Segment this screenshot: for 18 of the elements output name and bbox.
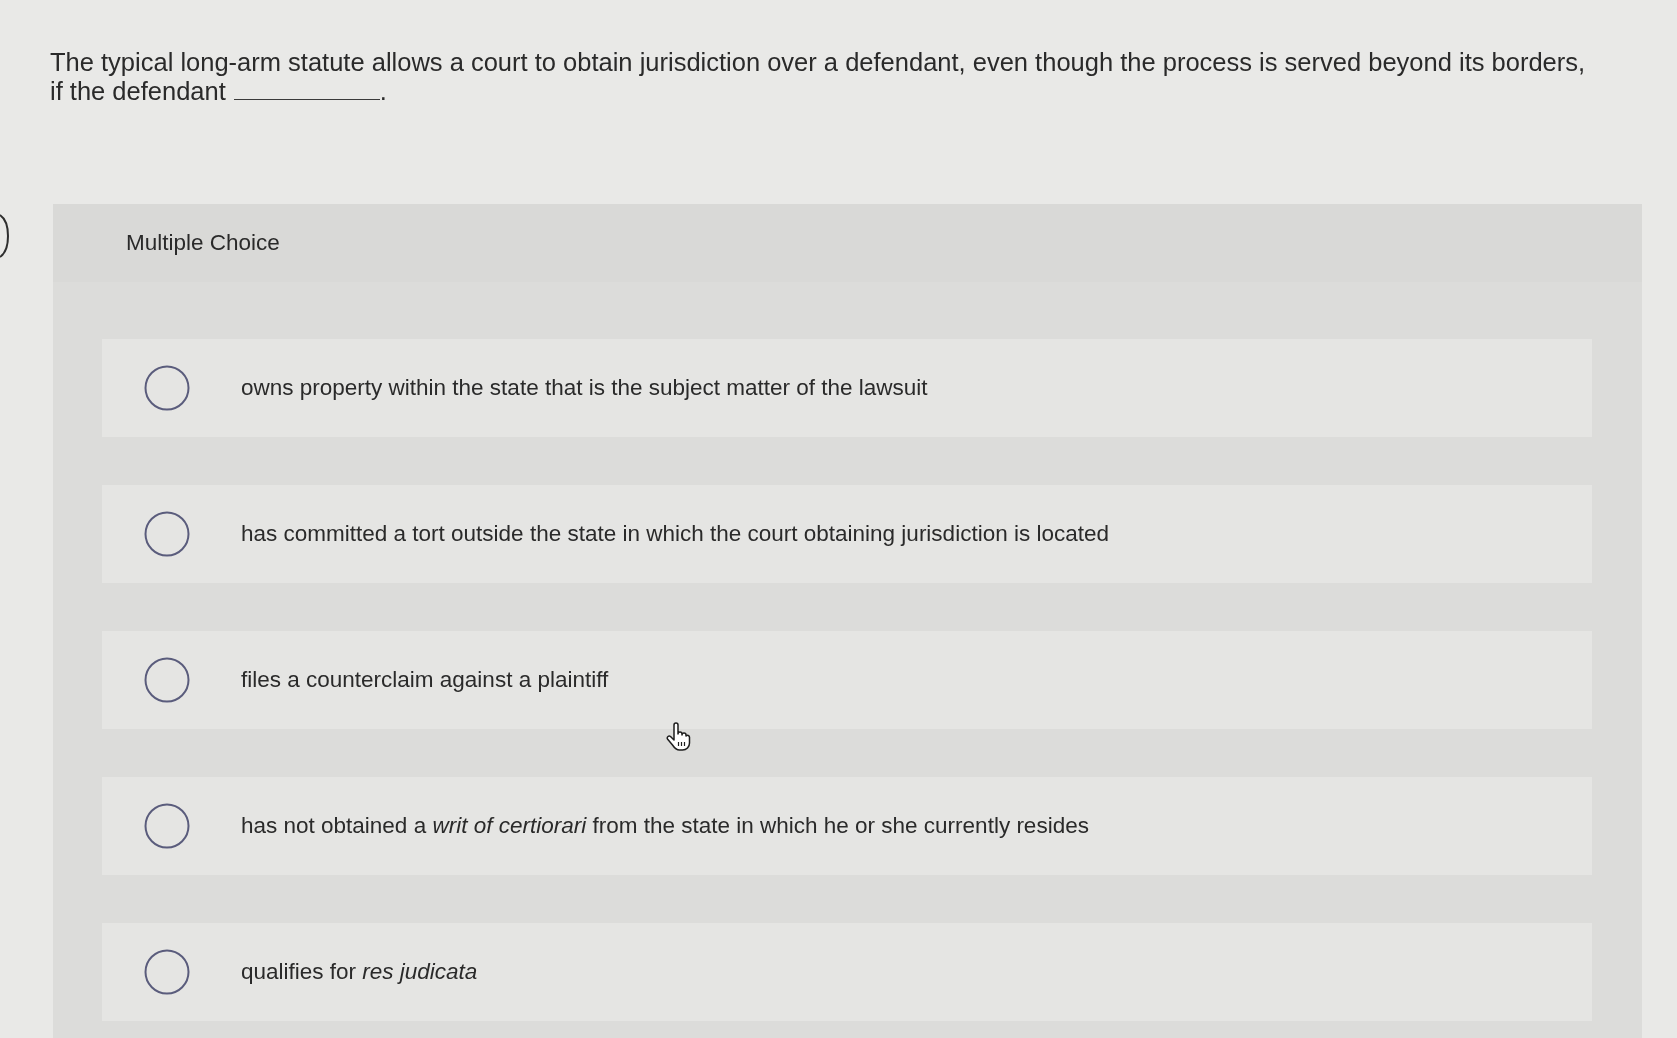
radio-button[interactable] — [144, 657, 190, 703]
radio-button[interactable] — [144, 949, 190, 995]
option-text: files a counterclaim against a plaintiff — [241, 667, 609, 693]
radio-button[interactable] — [144, 803, 190, 849]
answer-option[interactable]: files a counterclaim against a plaintiff — [102, 631, 1592, 729]
answer-option[interactable]: qualifies for res judicata — [102, 923, 1592, 1021]
option-text: has committed a tort outside the state in which the court obtaining jurisdiction is located — [241, 521, 1109, 547]
answer-option[interactable]: owns property within the state that is the subject matter of the lawsuit — [102, 339, 1592, 437]
option-text: has not obtained a writ of certiorari from the state in which he or she currently resides — [241, 813, 1089, 839]
answer-option[interactable]: has committed a tort outside the state in which the court obtaining jurisdiction is located — [102, 485, 1592, 583]
option-text: qualifies for res judicata — [241, 959, 478, 985]
radio-button[interactable] — [144, 365, 190, 411]
option-text: owns property within the state that is the subject matter of the lawsuit — [241, 375, 928, 401]
hand-pointer-icon — [666, 722, 691, 751]
answer-option[interactable]: has not obtained a writ of certiorari from the state in which he or she currently resides — [102, 777, 1592, 875]
panel-heading: Multiple Choice — [126, 230, 280, 256]
radio-button[interactable] — [144, 511, 190, 557]
question-text: The typical long-arm statute allows a court to obtain jurisdiction over a defendant, even though the process is served beyond its borders, if the defendant . — [50, 48, 1587, 106]
